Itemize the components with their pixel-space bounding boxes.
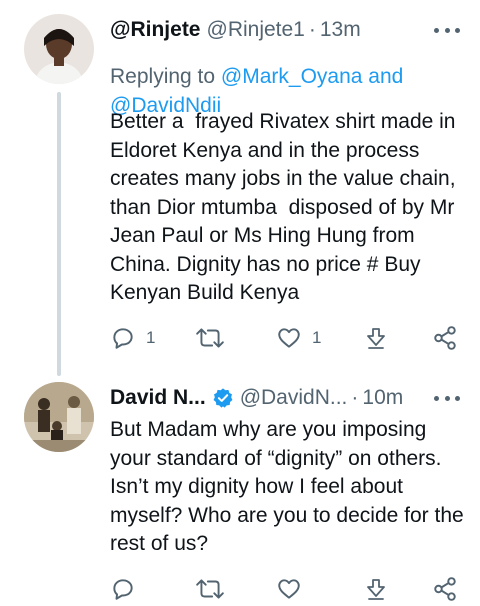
- download-button[interactable]: [364, 325, 388, 351]
- share-button[interactable]: [432, 576, 458, 602]
- retweet-button[interactable]: [195, 576, 225, 602]
- replying-prefix: Replying to: [110, 65, 216, 88]
- like-button[interactable]: 1: [276, 325, 321, 351]
- user-handle[interactable]: @Rinjete1: [207, 18, 305, 42]
- tweet-text: Better a frayed Rivatex shirt made in El…: [110, 110, 462, 304]
- more-icon[interactable]: [434, 386, 460, 410]
- display-name[interactable]: @Rinjete: [110, 18, 201, 42]
- share-button[interactable]: [432, 325, 458, 351]
- thread-line: [57, 92, 61, 376]
- avatar[interactable]: [24, 14, 94, 84]
- share-icon: [434, 326, 456, 350]
- reply-count: 1: [146, 328, 156, 347]
- reply-button[interactable]: 1: [110, 325, 155, 351]
- separator: ·: [351, 386, 359, 409]
- download-button[interactable]: [364, 576, 388, 602]
- download-icon: [367, 579, 385, 600]
- share-icon: [434, 577, 456, 601]
- tweet-actions: [110, 576, 460, 606]
- retweet-icon: [196, 579, 224, 599]
- tweet-text: But Madam why are you imposing your stan…: [110, 418, 470, 555]
- retweet-button[interactable]: [195, 325, 225, 351]
- avatar[interactable]: [24, 382, 94, 452]
- like-button[interactable]: [276, 576, 302, 602]
- like-count: 1: [312, 328, 322, 347]
- user-handle[interactable]: @DavidN...: [240, 386, 348, 410]
- tweet-header: David N... @DavidN... · 10m: [110, 382, 460, 414]
- timestamp[interactable]: 10m: [362, 386, 403, 410]
- separator: ·: [308, 18, 316, 41]
- timestamp[interactable]: 13m: [320, 18, 361, 42]
- display-name[interactable]: David N...: [110, 386, 206, 410]
- like-icon: [278, 579, 300, 599]
- download-icon: [367, 328, 385, 349]
- retweet-icon: [196, 328, 224, 348]
- tweet-header: @Rinjete @Rinjete1 · 13m: [110, 14, 460, 46]
- reply-icon: [113, 328, 133, 349]
- tweet-actions: 1 1: [110, 325, 460, 355]
- verified-badge-icon: [213, 388, 233, 408]
- more-icon[interactable]: [434, 18, 460, 42]
- like-icon: [278, 328, 300, 348]
- reply-icon: [113, 579, 133, 600]
- reply-button[interactable]: [110, 576, 136, 602]
